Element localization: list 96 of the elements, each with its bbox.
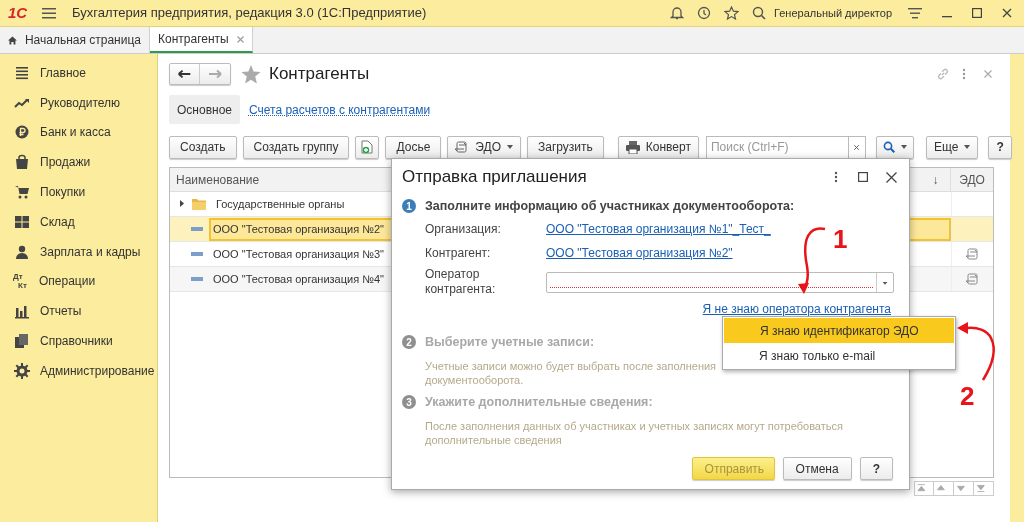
- add-button[interactable]: [355, 135, 380, 159]
- sidebar-item[interactable]: Банк и касса: [40, 123, 111, 142]
- sidebar-item[interactable]: Операции: [39, 272, 96, 291]
- close-icon[interactable]: [886, 171, 897, 183]
- app-logo: 1С: [8, 2, 29, 23]
- toolbar-button[interactable]: Конверт: [617, 135, 699, 159]
- history-nav[interactable]: [169, 63, 231, 85]
- cart-icon: [14, 184, 30, 201]
- link[interactable]: ООО "Тестовая организация №2": [546, 244, 733, 262]
- home-icon: [8, 34, 17, 46]
- link[interactable]: ООО "Тестовая организация №1"_Тест_: [546, 220, 771, 238]
- table-cell[interactable]: ООО "Тестовая организация №3": [211, 242, 386, 266]
- folder-icon: [192, 198, 206, 210]
- toolbar-button[interactable]: Досье: [385, 135, 442, 159]
- add-document-icon: [361, 140, 374, 154]
- caret-icon: [507, 145, 514, 149]
- menu-item[interactable]: Я знаю только e-mail: [723, 343, 955, 368]
- step-number: 1: [402, 199, 416, 213]
- table-cell[interactable]: ООО "Тестовая организация №4": [211, 267, 386, 291]
- grid-icon: [14, 213, 30, 230]
- exchange-icon: [965, 273, 980, 285]
- star-icon[interactable]: [241, 64, 261, 84]
- user-name[interactable]: Генеральный директор: [774, 4, 892, 22]
- step-title: Заполните информацию об участниках документооборота:: [425, 197, 795, 215]
- menu-icon[interactable]: [42, 7, 56, 19]
- table-cell[interactable]: Государственные органы: [214, 192, 347, 216]
- more-button[interactable]: Еще: [925, 135, 979, 159]
- menu-item[interactable]: Я знаю идентификатор ЭДО: [724, 318, 954, 343]
- search-icon: [882, 141, 895, 153]
- form-title: Контрагенты: [269, 63, 370, 86]
- section-link[interactable]: Счета расчетов с контрагентами: [249, 95, 431, 124]
- link[interactable]: Я не знаю оператора контрагента: [702, 302, 891, 316]
- toolbar-button[interactable]: Загрузить: [527, 135, 604, 159]
- search-icon[interactable]: [752, 6, 766, 20]
- search-button[interactable]: [875, 135, 914, 159]
- books-icon: [14, 333, 30, 350]
- close-icon[interactable]: [1002, 8, 1012, 18]
- step-title: Выберите учетные записи:: [425, 333, 595, 351]
- annotation-number: 1: [833, 223, 848, 256]
- edo-button[interactable]: ЭДО: [447, 135, 522, 159]
- toolbar-button[interactable]: Создать: [169, 135, 237, 159]
- item-icon: [191, 252, 203, 256]
- sidebar-item[interactable]: Отчеты: [40, 302, 82, 321]
- app-title: Бухгалтерия предприятия, редакция 3.0 (1С:Предприятие): [72, 4, 427, 23]
- bag-icon: [14, 154, 30, 171]
- sidebar-item[interactable]: Склад: [40, 212, 75, 231]
- field-label: Организация:: [425, 221, 502, 237]
- coin-icon: [14, 124, 30, 141]
- sidebar-item[interactable]: Зарплата и кадры: [40, 242, 141, 261]
- step-note: После заполнения данных об участниках и учетных записях могут потребоваться: [425, 419, 844, 433]
- history-icon[interactable]: [697, 6, 711, 20]
- annotation-number: 2: [960, 380, 975, 413]
- star-icon[interactable]: [724, 6, 739, 20]
- tab[interactable]: Контрагенты: [150, 27, 253, 53]
- field-label: Контрагент:: [425, 245, 492, 261]
- sidebar-item[interactable]: Администрирование: [40, 361, 155, 380]
- search-field[interactable]: Поиск (Ctrl+F): [705, 135, 849, 159]
- step-title: Укажите дополнительные сведения:: [425, 393, 653, 411]
- maximize-icon[interactable]: [972, 8, 982, 18]
- caret-icon: [964, 145, 971, 149]
- dialog-button[interactable]: Отмена: [782, 457, 852, 480]
- list-icon: [14, 64, 30, 81]
- item-icon: [191, 277, 203, 281]
- printer-icon: [625, 140, 640, 154]
- bell-icon[interactable]: [670, 6, 684, 20]
- exchange-icon: [965, 248, 980, 260]
- sidebar-item[interactable]: Продажи: [40, 153, 91, 172]
- exchange-icon: [455, 141, 470, 153]
- gear-icon: [14, 362, 30, 379]
- field-label: Оператор контрагента:: [425, 267, 497, 297]
- step-note: документооборота.: [425, 373, 525, 387]
- operator-dropdown[interactable]: [546, 271, 894, 293]
- help-button[interactable]: ?: [988, 135, 1012, 159]
- maximize-icon[interactable]: [858, 172, 868, 182]
- sidebar-item[interactable]: Главное: [40, 63, 86, 82]
- step-number: 3: [402, 395, 416, 409]
- help-button[interactable]: ?: [859, 457, 893, 480]
- debit-credit-icon: Дт Кт: [13, 272, 31, 291]
- expand-icon[interactable]: [178, 200, 186, 208]
- more-icon[interactable]: [834, 171, 838, 183]
- sidebar-item[interactable]: Справочники: [40, 332, 113, 351]
- dialog-title: Отправка приглашения: [402, 166, 587, 189]
- settings-menu-icon[interactable]: [908, 7, 922, 19]
- caret-icon: [900, 145, 907, 149]
- step-number: 2: [402, 335, 416, 349]
- step-note: Учетные записи можно будет выбрать после заполнения: [425, 359, 718, 373]
- bar-chart-icon: [14, 303, 30, 320]
- item-icon: [191, 227, 203, 231]
- sidebar-item[interactable]: Покупки: [40, 183, 86, 202]
- person-icon: [14, 243, 30, 260]
- sort-header[interactable]: ↓: [921, 168, 951, 191]
- step-note: дополнительные сведения: [425, 433, 563, 447]
- section-tab[interactable]: Основное: [169, 95, 240, 124]
- sidebar-item[interactable]: Руководителю: [40, 93, 121, 112]
- column-header[interactable]: ЭДО: [951, 168, 993, 191]
- toolbar-button[interactable]: Создать группу: [242, 135, 350, 159]
